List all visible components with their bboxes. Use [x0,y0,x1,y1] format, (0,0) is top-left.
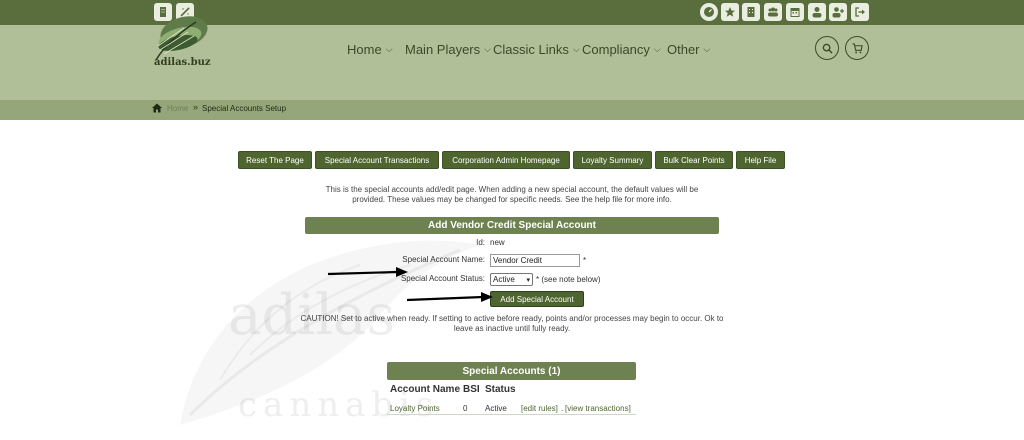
account-name-link[interactable]: Loyalty Points [390,404,440,413]
chevron-down-icon: ⌵ [653,44,661,54]
special-account-name-input[interactable] [490,254,580,267]
reset-page-button[interactable]: Reset The Page [238,151,312,169]
breadcrumb-home[interactable]: Home [167,104,188,113]
search-button[interactable] [815,36,839,60]
accounts-title: Special Accounts (1) [387,362,636,380]
cart-icon [851,42,863,53]
chevron-down-icon: ⌵ [572,44,580,54]
account-bsi: 0 [463,404,468,413]
column-header-status: Status [485,384,516,395]
help-file-button[interactable]: Help File [736,151,785,169]
nav-classic-links-label: Classic Links [493,42,569,57]
chevron-down-icon: ⌵ [385,44,393,54]
nav-other[interactable]: Other ⌵ [667,42,710,57]
column-header-account-name: Account Name [390,384,461,395]
users-icon[interactable] [764,3,782,21]
status-note: * (see note below) [536,275,601,284]
caution-text: CAUTION! Set to active when ready. If se… [300,314,724,333]
arrow-icon [407,292,493,302]
id-label: Id: [476,238,485,247]
nav-main-players-label: Main Players [405,42,481,57]
nav-main-players[interactable]: Main Players ⌵ [405,42,491,57]
bulk-clear-points-button[interactable]: Bulk Clear Points [655,151,733,169]
view-transactions-link[interactable]: [view transactions] [565,404,631,413]
cart-button[interactable] [845,36,869,60]
id-value: new [490,238,505,247]
column-header-bsi: BSI [463,384,480,395]
status-select-value: Active [493,275,515,284]
sign-out-icon[interactable] [851,3,869,21]
status-select[interactable]: Active ▾ [490,273,533,286]
nav-home[interactable]: Home ⌵ [347,42,393,57]
office-icon[interactable] [742,3,760,21]
add-special-account-button[interactable]: Add Special Account [490,291,584,307]
edit-rules-link[interactable]: [edit rules] [521,404,558,413]
corporation-admin-homepage-button[interactable]: Corporation Admin Homepage [442,151,570,169]
breadcrumb-separator-icon: » [193,102,199,112]
chevron-down-icon: ▾ [526,276,530,284]
logo-text: adilas.buz [154,57,211,68]
loyalty-summary-button[interactable]: Loyalty Summary [573,151,652,169]
form-title: Add Vendor Credit Special Account [305,217,719,234]
account-status: Active [485,404,507,413]
user-icon[interactable] [808,3,826,21]
nav-home-label: Home [347,42,382,57]
breadcrumb-current: Special Accounts Setup [202,104,287,113]
search-icon [822,43,833,54]
home-icon[interactable] [152,103,162,113]
arrow-icon [328,267,408,277]
nav-other-label: Other [667,42,700,57]
calendar-icon[interactable] [786,3,804,21]
chevron-down-icon: ⌵ [484,44,491,54]
nav-compliancy[interactable]: Compliancy ⌵ [582,42,661,57]
name-required-mark: * [583,256,587,265]
link-separator: . [561,404,564,413]
special-account-transactions-button[interactable]: Special Account Transactions [315,151,439,169]
chevron-down-icon: ⌵ [703,44,711,54]
star-icon[interactable] [721,3,739,21]
dashboard-icon[interactable] [700,3,718,21]
intro-text: This is the special accounts add/edit pa… [325,185,699,204]
nav-compliancy-label: Compliancy [582,42,650,57]
user-plus-icon[interactable] [829,3,847,21]
name-label: Special Account Name: [402,255,485,264]
nav-classic-links[interactable]: Classic Links ⌵ [493,42,580,57]
